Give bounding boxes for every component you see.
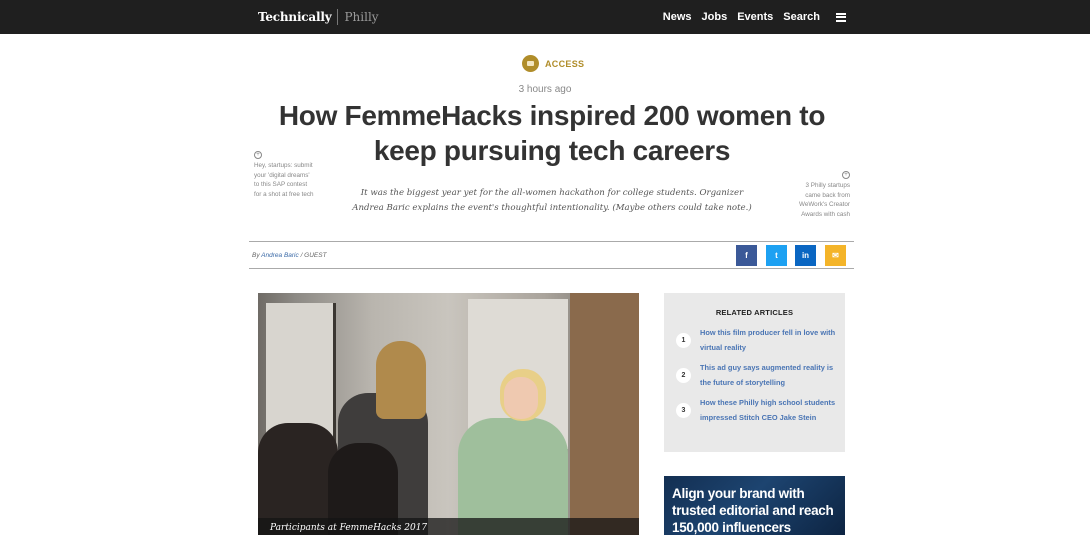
article-headline: How FemmeHacks inspired 200 women to kee… (278, 100, 826, 166)
byline-bar: By Andrea Baric / GUEST f t in ✉ (249, 241, 854, 269)
photo-caption-text: Participants at FemmeHacks 2017 (270, 523, 428, 533)
photo-caption: Participants at FemmeHacks 2017 (258, 518, 639, 535)
byline: By Andrea Baric / GUEST (252, 252, 327, 259)
plus-circle-icon: + (842, 171, 850, 179)
email-icon: ✉ (832, 251, 839, 260)
twitter-icon: t (775, 251, 778, 260)
category-badge-icon (522, 55, 539, 72)
plus-circle-icon: + (254, 151, 262, 159)
promo-left-text: Hey, startups: submit your 'digital drea… (254, 162, 314, 198)
lead-photo: Participants at FemmeHacks 2017 (258, 293, 639, 535)
author-link[interactable]: Andrea Baric (261, 252, 299, 259)
author-role: / GUEST (300, 252, 327, 259)
main-nav: News Jobs Events Search (663, 0, 846, 34)
share-email-button[interactable]: ✉ (825, 245, 846, 266)
related-item-link[interactable]: How these Philly high school students im… (700, 396, 838, 425)
nav-events[interactable]: Events (737, 11, 773, 23)
site-logo[interactable]: Technically Philly (258, 7, 379, 27)
related-item-link[interactable]: This ad guy says augmented reality is th… (700, 361, 838, 390)
category-tag[interactable]: ACCESS (522, 55, 584, 72)
top-nav-bar: Technically Philly News Jobs Events Sear… (0, 0, 1090, 34)
facebook-icon: f (745, 251, 748, 260)
share-twitter-button[interactable]: t (766, 245, 787, 266)
related-articles: RELATED ARTICLES 1 How this film produce… (664, 293, 845, 452)
nav-news[interactable]: News (663, 11, 692, 23)
promo-left[interactable]: + Hey, startups: submit your 'digital dr… (254, 151, 316, 199)
promo-right[interactable]: + 3 Philly startups came back from WeWor… (790, 171, 850, 219)
related-item-number: 1 (676, 333, 691, 348)
logo-secondary: Philly (344, 10, 379, 24)
article-dek: It was the biggest year yet for the all-… (352, 188, 752, 213)
share-linkedin-button[interactable]: in (795, 245, 816, 266)
related-item-link[interactable]: How this film producer fell in love with… (700, 326, 838, 355)
ad-text: Align your brand with trusted editorial … (672, 486, 834, 535)
related-item-number: 3 (676, 403, 691, 418)
related-articles-title: RELATED ARTICLES (715, 308, 794, 317)
article-timestamp: 3 hours ago (518, 84, 572, 95)
promo-right-text: 3 Philly startups came back from WeWork'… (798, 182, 850, 218)
nav-jobs[interactable]: Jobs (702, 11, 728, 23)
related-item-number: 2 (676, 368, 691, 383)
share-facebook-button[interactable]: f (736, 245, 757, 266)
category-label: ACCESS (545, 58, 585, 69)
logo-divider (337, 9, 339, 25)
sidebar-ad[interactable]: Align your brand with trusted editorial … (664, 476, 845, 535)
hamburger-menu-icon[interactable] (836, 12, 846, 22)
byline-prefix: By (252, 252, 260, 259)
linkedin-icon: in (801, 251, 810, 260)
nav-search[interactable]: Search (783, 11, 820, 23)
logo-primary: Technically (258, 10, 332, 24)
